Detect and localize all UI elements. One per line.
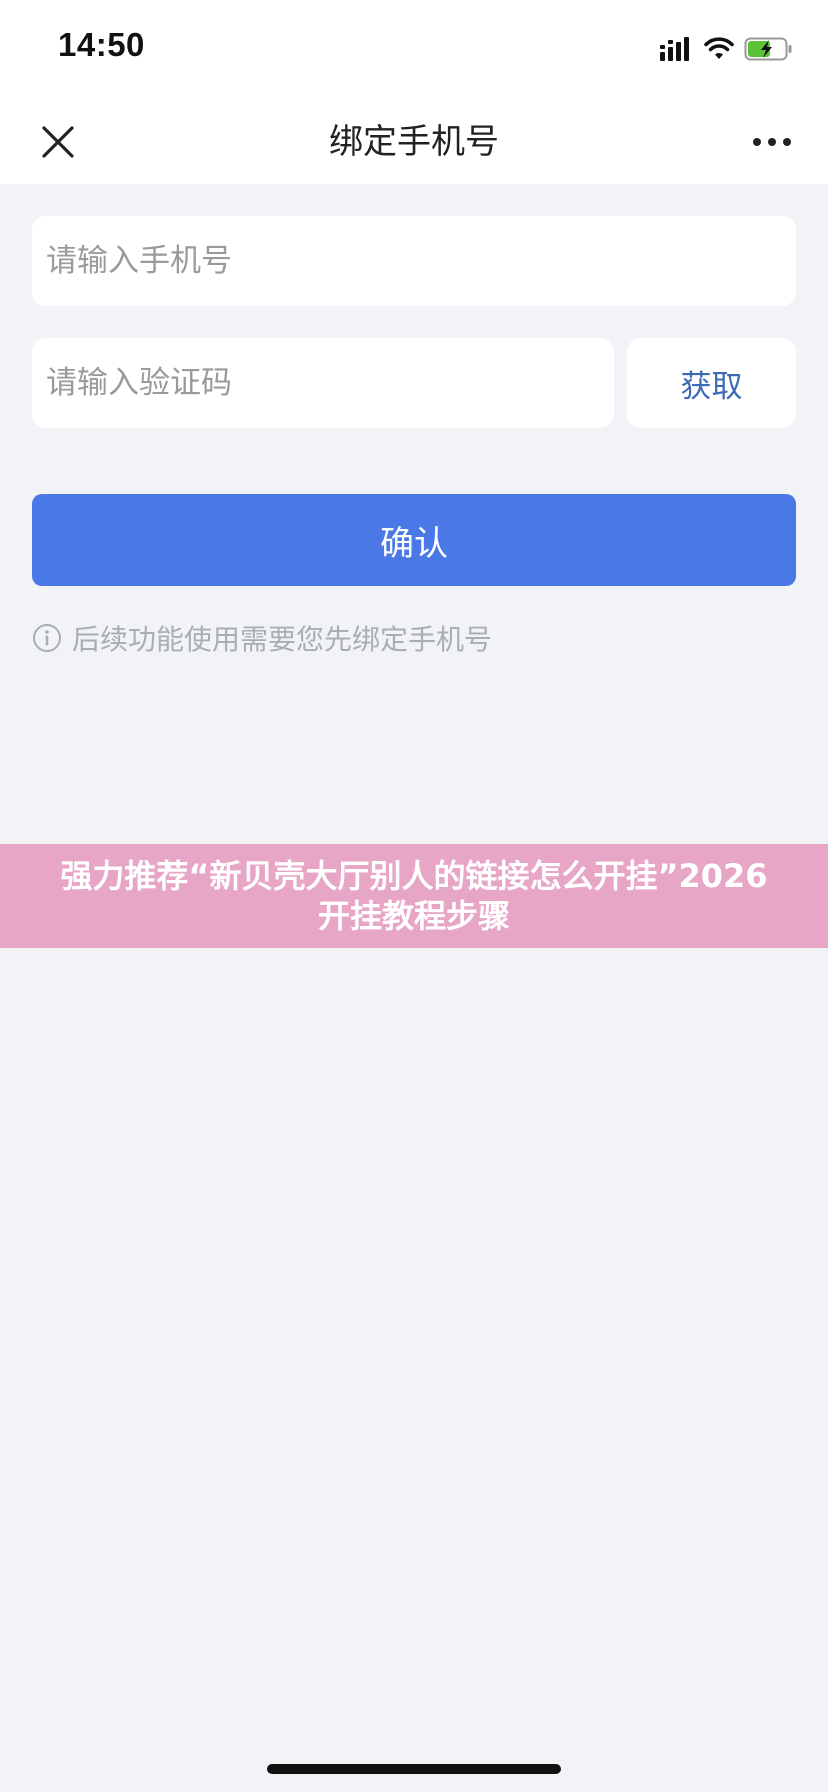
get-code-button[interactable]: 获取: [627, 338, 796, 428]
phone-number-field: [32, 216, 796, 306]
navigation-bar: 绑定手机号: [0, 100, 828, 184]
cellular-signal-icon: [660, 37, 689, 61]
promo-banner: 强力推荐“新贝壳大厅别人的链接怎么开挂”2026开挂教程步骤: [0, 844, 828, 948]
verification-code-input[interactable]: [32, 338, 614, 428]
promo-banner-text: 强力推荐“新贝壳大厅别人的链接怎么开挂”2026开挂教程步骤: [60, 857, 768, 935]
confirm-button[interactable]: 确认: [32, 494, 796, 586]
battery-charging-icon: [744, 37, 792, 61]
home-indicator[interactable]: [267, 1764, 561, 1774]
status-bar: 14:50: [0, 0, 828, 100]
page-title: 绑定手机号: [329, 122, 499, 162]
hint-row: 后续功能使用需要您先绑定手机号: [32, 618, 492, 658]
info-icon: [33, 624, 61, 652]
status-icons: [660, 34, 794, 64]
more-dots-icon: [753, 138, 791, 146]
phone-number-input[interactable]: [32, 216, 796, 306]
more-options-button[interactable]: [742, 116, 802, 168]
verification-code-field: [32, 338, 614, 428]
status-time: 14:50: [58, 26, 145, 63]
wifi-icon: [704, 37, 734, 59]
hint-text: 后续功能使用需要您先绑定手机号: [72, 623, 493, 656]
